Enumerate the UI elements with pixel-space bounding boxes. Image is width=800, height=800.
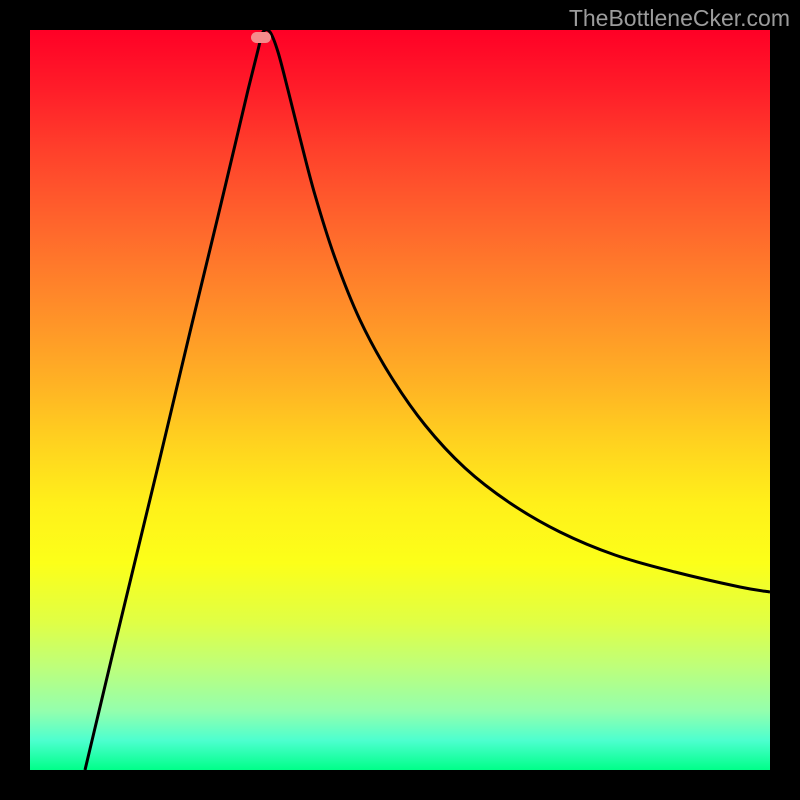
chart-frame: TheBottleneCker.com <box>0 0 800 800</box>
bottleneck-curve <box>30 30 770 770</box>
optimal-marker <box>251 32 271 43</box>
plot-area <box>30 30 770 770</box>
watermark-text: TheBottleneCker.com <box>569 5 790 32</box>
curve-path <box>85 30 770 770</box>
